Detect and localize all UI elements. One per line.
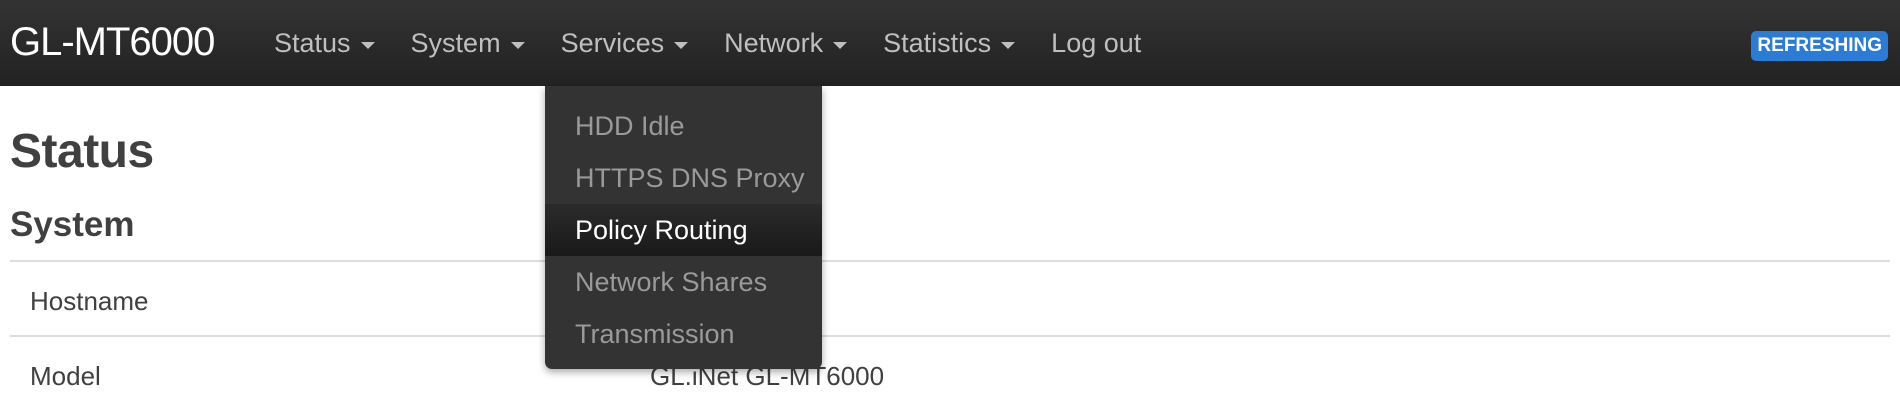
nav-network[interactable]: Network — [706, 0, 865, 86]
table-row: Model GL.iNet GL-MT6000 — [10, 335, 1890, 410]
nav-statistics-label: Statistics — [883, 27, 992, 58]
nav-system[interactable]: System — [393, 0, 543, 86]
system-info-table: Hostname Model GL.iNet GL-MT6000 — [10, 260, 1890, 410]
caret-down-icon — [833, 41, 848, 49]
menu-item-transmission[interactable]: Transmission — [545, 308, 822, 360]
menu-item-https-dns-proxy[interactable]: HTTPS DNS Proxy — [545, 152, 822, 204]
caret-down-icon — [360, 41, 375, 49]
refreshing-badge[interactable]: REFRESHING — [1751, 31, 1888, 61]
section-title: System — [10, 205, 135, 244]
main-nav: Status System Services Network Statistic… — [256, 0, 1159, 86]
nav-network-label: Network — [724, 27, 824, 58]
table-row: Hostname — [10, 260, 1890, 335]
caret-down-icon — [510, 41, 525, 49]
nav-status-label: Status — [274, 27, 351, 58]
brand-logo[interactable]: GL-MT6000 — [10, 20, 215, 64]
menu-item-policy-routing[interactable]: Policy Routing — [545, 204, 822, 256]
menu-item-hdd-idle[interactable]: HDD Idle — [545, 100, 822, 152]
nav-logout[interactable]: Log out — [1033, 0, 1159, 86]
caret-down-icon — [674, 41, 689, 49]
nav-status[interactable]: Status — [256, 0, 393, 86]
services-dropdown-menu: HDD Idle HTTPS DNS Proxy Policy Routing … — [545, 86, 822, 369]
caret-down-icon — [1001, 41, 1016, 49]
nav-statistics[interactable]: Statistics — [865, 0, 1033, 86]
menu-item-network-shares[interactable]: Network Shares — [545, 256, 822, 308]
row-label: Model — [30, 361, 101, 391]
nav-system-label: System — [410, 27, 501, 58]
row-label: Hostname — [30, 286, 149, 316]
nav-services-label: Services — [560, 27, 665, 58]
nav-logout-label: Log out — [1051, 27, 1142, 58]
nav-services[interactable]: Services — [543, 0, 707, 86]
top-navbar: GL-MT6000 Status System Services Network… — [0, 0, 1900, 86]
page-title: Status — [10, 125, 154, 178]
